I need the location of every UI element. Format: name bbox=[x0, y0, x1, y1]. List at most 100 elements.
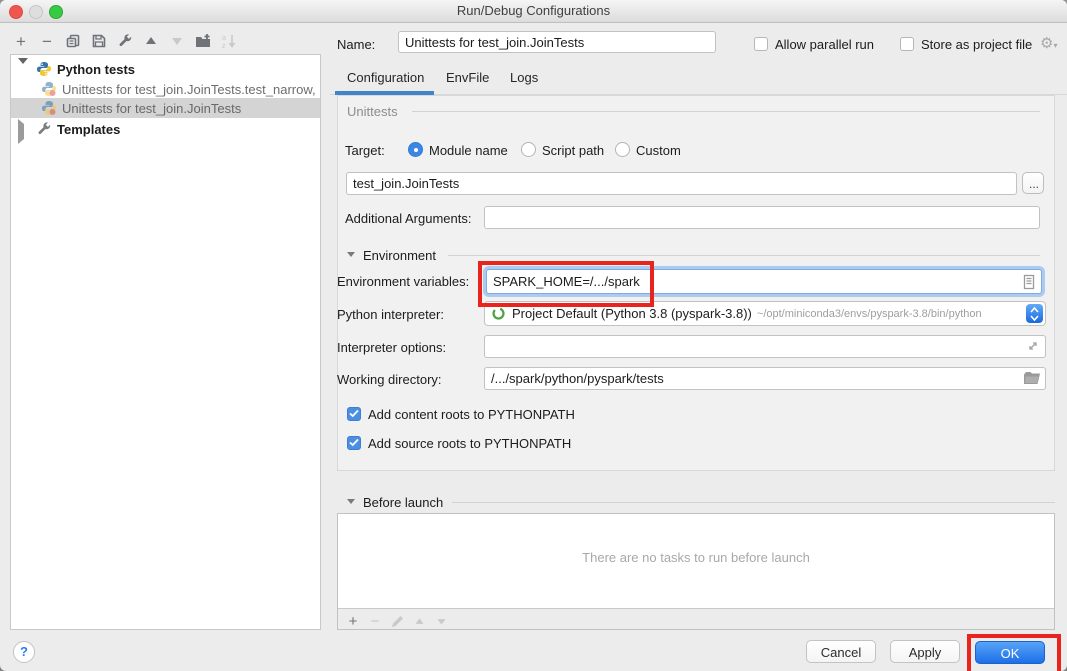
store-as-project-file-label: Store as project file bbox=[921, 37, 1032, 52]
target-custom-label: Custom bbox=[636, 143, 681, 158]
templates-wrench-icon bbox=[36, 121, 52, 137]
name-label: Name: bbox=[337, 37, 375, 52]
add-content-roots-checkbox[interactable] bbox=[347, 407, 361, 421]
arrow-down-icon bbox=[436, 616, 447, 627]
expand-arrow-icon[interactable] bbox=[18, 124, 28, 134]
minus-icon: − bbox=[371, 614, 380, 629]
store-as-project-file-checkbox[interactable] bbox=[900, 37, 914, 51]
before-launch-section-title: Before launch bbox=[363, 495, 443, 510]
arrow-down-icon bbox=[170, 34, 184, 48]
environment-variables-label: Environment variables: bbox=[337, 274, 469, 289]
sort-configurations-button: az bbox=[216, 31, 242, 51]
tab-envfile[interactable]: EnvFile bbox=[446, 70, 489, 85]
browse-folder-icon[interactable] bbox=[1024, 372, 1040, 385]
apply-button[interactable]: Apply bbox=[890, 640, 960, 663]
expand-field-icon[interactable] bbox=[1026, 339, 1040, 353]
interpreter-options-input[interactable] bbox=[484, 335, 1046, 358]
environment-section-line bbox=[448, 255, 1040, 256]
wrench-icon bbox=[117, 33, 133, 49]
edit-defaults-button[interactable] bbox=[112, 31, 138, 51]
environment-variables-input[interactable] bbox=[486, 269, 1042, 294]
copy-configuration-button[interactable] bbox=[60, 31, 86, 51]
tree-item-label: Python tests bbox=[57, 62, 135, 77]
tree-item-label: Templates bbox=[57, 122, 120, 137]
before-launch-task-list[interactable]: There are no tasks to run before launch bbox=[338, 514, 1054, 609]
add-source-roots-label: Add source roots to PYTHONPATH bbox=[368, 436, 571, 451]
before-launch-panel: There are no tasks to run before launch … bbox=[337, 513, 1055, 630]
move-up-button[interactable] bbox=[138, 31, 164, 51]
python-test-icon bbox=[41, 100, 57, 116]
python-interpreter-path: ~/opt/miniconda3/envs/pyspark-3.8/bin/py… bbox=[757, 308, 982, 320]
target-script-path-label: Script path bbox=[542, 143, 604, 158]
remove-task-button: − bbox=[364, 611, 386, 631]
help-button[interactable]: ? bbox=[13, 641, 35, 663]
allow-parallel-run-label: Allow parallel run bbox=[775, 37, 874, 52]
name-input[interactable] bbox=[398, 31, 716, 53]
window-title: Run/Debug Configurations bbox=[0, 3, 1067, 18]
edit-env-vars-icon[interactable] bbox=[1022, 274, 1036, 290]
tree-item-templates[interactable]: Templates bbox=[11, 119, 320, 139]
tree-item-label: Unittests for test_join.JoinTests bbox=[62, 101, 241, 116]
svg-text:a: a bbox=[222, 35, 226, 42]
python-test-icon bbox=[41, 81, 57, 97]
sort-az-icon: az bbox=[221, 33, 237, 49]
allow-parallel-run-checkbox[interactable] bbox=[754, 37, 768, 51]
svg-text:z: z bbox=[222, 43, 226, 49]
before-launch-toolbar: + − bbox=[342, 611, 452, 631]
title-bar: Run/Debug Configurations bbox=[0, 0, 1067, 23]
target-script-path-radio[interactable] bbox=[521, 142, 536, 157]
conda-env-icon bbox=[491, 306, 506, 321]
target-module-name-label: Module name bbox=[429, 143, 508, 158]
tree-item-unittest-narrow[interactable]: Unittests for test_join.JoinTests.test_n… bbox=[11, 79, 320, 99]
before-launch-empty-text: There are no tasks to run before launch bbox=[338, 550, 1054, 565]
working-directory-label: Working directory: bbox=[337, 372, 442, 387]
pencil-icon bbox=[391, 615, 404, 628]
add-configuration-button[interactable]: + bbox=[8, 31, 34, 51]
unittests-group-title: Unittests bbox=[347, 104, 398, 119]
store-options-gear-icon[interactable]: ⚙▾ bbox=[1040, 34, 1057, 52]
python-icon bbox=[36, 61, 52, 77]
interpreter-options-label: Interpreter options: bbox=[337, 340, 446, 355]
browse-module-button[interactable]: ... bbox=[1022, 172, 1044, 194]
add-task-button[interactable]: + bbox=[342, 611, 364, 631]
new-folder-icon bbox=[195, 33, 211, 49]
before-launch-section-line bbox=[452, 502, 1055, 503]
environment-collapse-icon[interactable] bbox=[347, 252, 355, 257]
save-icon bbox=[91, 33, 107, 49]
additional-arguments-input[interactable] bbox=[484, 206, 1040, 229]
python-interpreter-value: Project Default (Python 3.8 (pyspark-3.8… bbox=[512, 306, 752, 321]
environment-section-title: Environment bbox=[363, 248, 436, 263]
add-source-roots-checkbox[interactable] bbox=[347, 436, 361, 450]
module-name-input[interactable] bbox=[346, 172, 1017, 195]
working-directory-input[interactable] bbox=[484, 367, 1046, 390]
target-label: Target: bbox=[345, 143, 385, 158]
minus-icon: − bbox=[42, 33, 52, 50]
add-content-roots-label: Add content roots to PYTHONPATH bbox=[368, 407, 575, 422]
tree-item-unittest-jointests-selected[interactable]: Unittests for test_join.JoinTests bbox=[11, 98, 320, 118]
new-folder-button[interactable] bbox=[190, 31, 216, 51]
move-task-up-button bbox=[408, 611, 430, 631]
ok-button[interactable]: OK bbox=[975, 641, 1045, 664]
collapse-arrow-icon[interactable] bbox=[18, 64, 28, 74]
move-task-down-button bbox=[430, 611, 452, 631]
save-configuration-button[interactable] bbox=[86, 31, 112, 51]
combobox-stepper-icon[interactable] bbox=[1026, 304, 1043, 323]
edit-task-button bbox=[386, 611, 408, 631]
cancel-button[interactable]: Cancel bbox=[806, 640, 876, 663]
python-interpreter-combobox[interactable]: Project Default (Python 3.8 (pyspark-3.8… bbox=[484, 301, 1046, 326]
python-interpreter-label: Python interpreter: bbox=[337, 307, 444, 322]
plus-icon: + bbox=[16, 33, 26, 50]
unittests-group-line bbox=[412, 111, 1040, 112]
target-module-name-radio[interactable] bbox=[408, 142, 423, 157]
tab-logs[interactable]: Logs bbox=[510, 70, 538, 85]
run-debug-configurations-dialog: Run/Debug Configurations + − az bbox=[0, 0, 1067, 671]
copy-icon bbox=[65, 33, 81, 49]
arrow-up-icon bbox=[414, 616, 425, 627]
tree-item-python-tests[interactable]: Python tests bbox=[11, 59, 320, 79]
before-launch-collapse-icon[interactable] bbox=[347, 499, 355, 504]
arrow-up-icon bbox=[144, 34, 158, 48]
configurations-tree: Python tests Unittests for test_join.Joi… bbox=[10, 54, 321, 630]
remove-configuration-button[interactable]: − bbox=[34, 31, 60, 51]
tab-configuration[interactable]: Configuration bbox=[347, 70, 424, 85]
target-custom-radio[interactable] bbox=[615, 142, 630, 157]
